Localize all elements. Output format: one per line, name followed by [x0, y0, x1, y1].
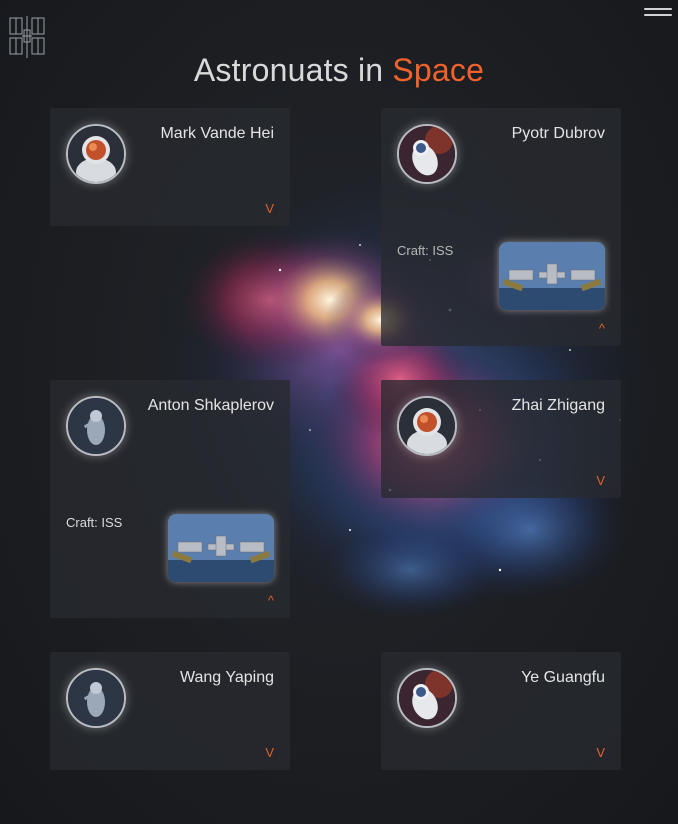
iss-station-icon [168, 514, 274, 582]
astronaut-card: Anton Shkaplerov Craft: ISS ^ [50, 380, 290, 618]
astronaut-avatar [66, 668, 126, 728]
iss-image [499, 242, 605, 310]
expand-toggle[interactable]: V [596, 745, 605, 760]
astronaut-name: Ye Guangfu [521, 669, 605, 686]
collapse-toggle[interactable]: ^ [599, 321, 605, 336]
expand-toggle[interactable]: V [265, 745, 274, 760]
astronaut-helmet-icon [68, 126, 124, 182]
astronaut-name: Wang Yaping [180, 669, 274, 686]
astronaut-name: Pyotr Dubrov [511, 125, 605, 142]
astronaut-avatar [66, 396, 126, 456]
expand-toggle[interactable]: V [596, 473, 605, 488]
astronaut-spacewalk-icon [68, 398, 124, 454]
collapse-toggle[interactable]: ^ [268, 593, 274, 608]
astronaut-name: Anton Shkaplerov [147, 397, 274, 414]
astronaut-floating-icon [399, 126, 455, 182]
title-accent: Space [392, 52, 485, 88]
astronaut-spacewalk-icon [68, 670, 124, 726]
astronaut-avatar [397, 124, 457, 184]
astronaut-card: Ye Guangfu V [381, 652, 621, 770]
expand-toggle[interactable]: V [265, 201, 274, 216]
title-main: Astronuats in [193, 52, 393, 88]
craft-label: Craft: ISS [397, 243, 454, 258]
astronaut-name: Zhai Zhigang [511, 397, 605, 414]
hamburger-menu-icon[interactable] [644, 4, 672, 24]
iss-image [168, 514, 274, 582]
astronaut-card: Wang Yaping V [50, 652, 290, 770]
astronaut-card: Mark Vande Hei V [50, 108, 290, 226]
astronaut-card: Zhai Zhigang V [381, 380, 621, 498]
astronaut-avatar [397, 396, 457, 456]
page-title: Astronuats in Space [0, 52, 678, 89]
astronaut-avatar [397, 668, 457, 728]
astronaut-avatar [66, 124, 126, 184]
iss-station-icon [499, 242, 605, 310]
astronaut-card: Pyotr Dubrov Craft: ISS ^ [381, 108, 621, 346]
astronaut-name: Mark Vande Hei [160, 125, 274, 142]
astronaut-floating-icon [399, 670, 455, 726]
astronaut-helmet-icon [399, 398, 455, 454]
craft-label: Craft: ISS [66, 515, 123, 530]
